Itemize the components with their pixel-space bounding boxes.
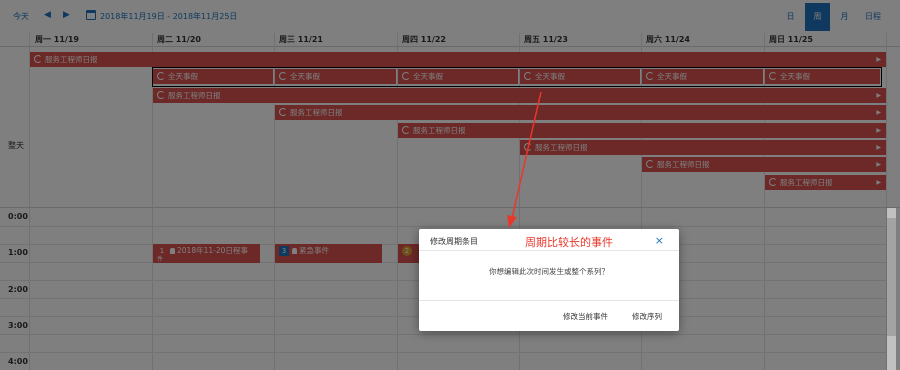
annotation-arrow-icon	[507, 91, 542, 228]
